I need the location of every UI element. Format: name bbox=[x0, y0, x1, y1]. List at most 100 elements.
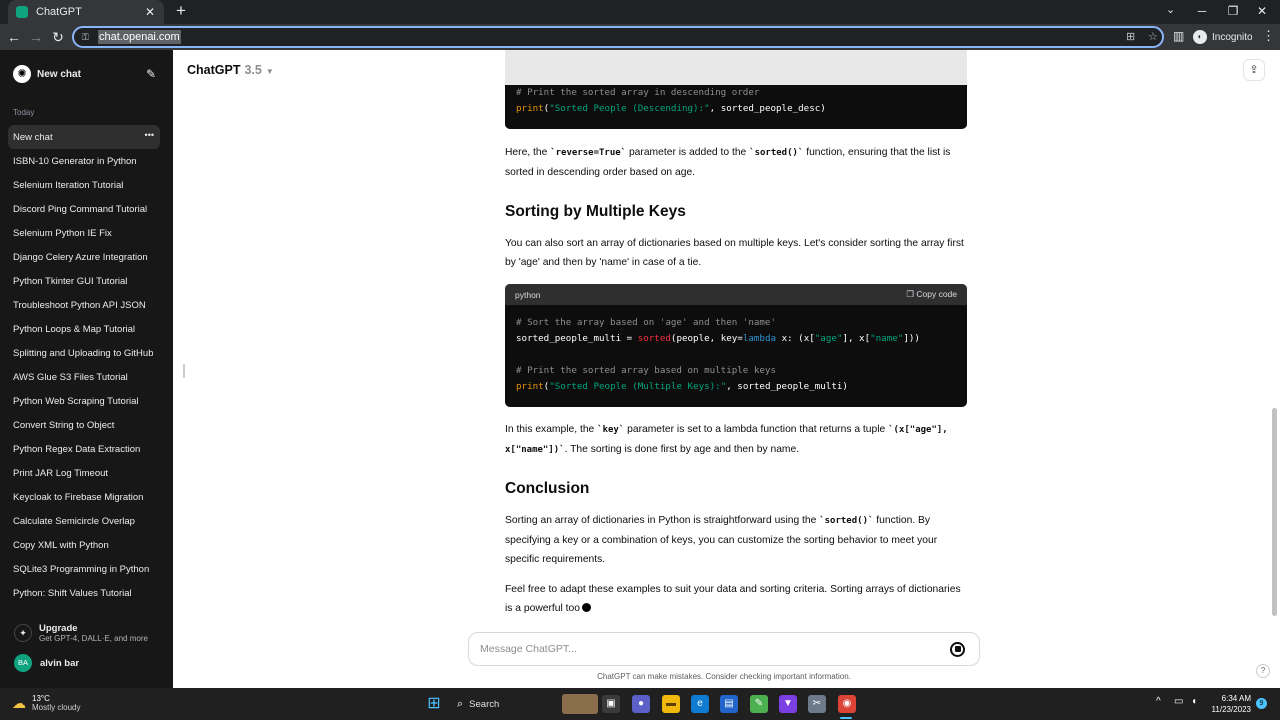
chat-history-item[interactable]: AWS Glue S3 Files Tutorial bbox=[8, 365, 160, 389]
bookmark-star-icon[interactable]: ☆ bbox=[1148, 30, 1158, 43]
copy-code-button[interactable]: ❐ Copy code bbox=[906, 289, 957, 300]
clipboard-icon: ❐ bbox=[906, 289, 914, 299]
chat-history-item[interactable]: Python Web Scraping Tutorial bbox=[8, 389, 160, 413]
chat-history-label: Django Celery Azure Integration bbox=[13, 251, 148, 263]
code-function: sorted bbox=[637, 333, 671, 344]
sidebar-resize-handle[interactable] bbox=[183, 364, 185, 378]
chat-history-item[interactable]: Keycloak to Firebase Migration bbox=[8, 485, 160, 509]
side-panel-icon[interactable]: ▥ bbox=[1173, 29, 1184, 43]
code-text-segment: (people, key= bbox=[670, 333, 743, 344]
more-options-icon[interactable]: ••• bbox=[145, 130, 154, 140]
new-chat-label: New chat bbox=[37, 68, 81, 80]
taskbar-search[interactable]: ⌕ Search bbox=[452, 694, 598, 714]
avatar: BA bbox=[14, 654, 32, 672]
url-text[interactable]: chat.openai.com bbox=[98, 30, 181, 44]
chat-history-item[interactable]: Django Celery Azure Integration bbox=[8, 245, 160, 269]
install-app-icon[interactable]: ⊞ bbox=[1126, 30, 1135, 43]
share-icon: ⇪ bbox=[1249, 64, 1259, 76]
chatgpt-favicon-icon bbox=[16, 6, 28, 18]
edge-browser-icon[interactable]: e bbox=[691, 695, 709, 713]
code-language-label: python bbox=[515, 289, 541, 300]
message-composer bbox=[468, 632, 980, 666]
help-button[interactable]: ? bbox=[1256, 664, 1270, 678]
chat-history-item[interactable]: Print JAR Log Timeout bbox=[8, 461, 160, 485]
code-string: "name" bbox=[870, 333, 904, 344]
stop-generating-button[interactable] bbox=[950, 641, 965, 657]
chat-history-item[interactable]: Discord Ping Command Tutorial bbox=[8, 197, 160, 221]
tray-chevron-icon[interactable]: ^ bbox=[1156, 696, 1161, 707]
user-menu[interactable]: BA alvin bar bbox=[8, 651, 160, 675]
network-icon[interactable]: ▭ bbox=[1174, 696, 1183, 707]
notification-badge[interactable]: 9 bbox=[1256, 698, 1267, 709]
chat-history-label: Keycloak to Firebase Migration bbox=[13, 491, 144, 503]
chat-history-item[interactable]: Selenium Iteration Tutorial bbox=[8, 173, 160, 197]
chat-history-item[interactable]: ISBN-10 Generator in Python bbox=[8, 149, 160, 173]
incognito-icon: ◐ bbox=[1193, 30, 1207, 44]
chat-history-item[interactable]: Selenium Python IE Fix bbox=[8, 221, 160, 245]
store-icon[interactable]: ▤ bbox=[720, 695, 738, 713]
tab-search-chevron-icon[interactable]: ⌄ bbox=[1166, 3, 1175, 16]
share-button[interactable]: ⇪ bbox=[1243, 59, 1265, 81]
edit-icon[interactable]: ✎ bbox=[146, 67, 156, 81]
code-text-segment: x: (x[ bbox=[776, 333, 815, 344]
chat-history-item[interactable]: Copy XML with Python bbox=[8, 533, 160, 557]
chat-history-item[interactable]: Python Regex Data Extraction bbox=[8, 437, 160, 461]
back-arrow-icon[interactable]: ← bbox=[5, 28, 23, 46]
address-bar[interactable]: ⚿ chat.openai.com ⊞ ☆ bbox=[72, 26, 1164, 48]
code-keyword: lambda bbox=[742, 333, 777, 344]
minimize-icon[interactable]: ─ bbox=[1192, 2, 1212, 20]
openai-logo-icon: ✺ bbox=[13, 65, 31, 83]
chat-history-item[interactable]: Python Loops & Map Tutorial bbox=[8, 317, 160, 341]
windows-start-icon[interactable]: ⊞ bbox=[425, 695, 443, 713]
new-tab-button[interactable]: + bbox=[172, 2, 190, 20]
browser-tab[interactable]: ChatGPT ✕ bbox=[8, 0, 164, 24]
task-view-icon[interactable]: ▣ bbox=[602, 695, 620, 713]
chat-history-item[interactable]: Python: Shift Values Tutorial bbox=[8, 581, 160, 605]
model-selector[interactable]: ChatGPT 3.5 ▼ bbox=[187, 63, 274, 77]
section-heading: Conclusion bbox=[505, 480, 590, 497]
snipping-tool-icon[interactable]: ✂ bbox=[808, 695, 826, 713]
volume-icon[interactable]: ◖ bbox=[1191, 696, 1197, 707]
chat-history-item[interactable]: Splitting and Uploading to GitHub bbox=[8, 341, 160, 365]
streaming-cursor-icon bbox=[581, 603, 591, 612]
upgrade-button[interactable]: ✦ Upgrade Get GPT-4, DALL·E, and more bbox=[8, 618, 160, 648]
file-explorer-icon[interactable]: ▬ bbox=[662, 695, 680, 713]
restore-icon[interactable]: ❐ bbox=[1223, 2, 1243, 20]
chat-history-item[interactable]: Python Tkinter GUI Tutorial bbox=[8, 269, 160, 293]
notepad-app-icon[interactable]: ✎ bbox=[750, 695, 768, 713]
window-close-icon[interactable]: ✕ bbox=[1252, 2, 1272, 20]
paragraph: Feel free to adapt these examples to sui… bbox=[505, 580, 967, 618]
chat-history-label: SQLite3 Programming in Python bbox=[13, 563, 150, 575]
vpn-app-icon[interactable]: ▼ bbox=[779, 695, 797, 713]
weather-description: Mostly cloudy bbox=[32, 703, 81, 712]
chat-history-item[interactable]: Convert String to Object bbox=[8, 413, 160, 437]
model-name: ChatGPT bbox=[187, 63, 241, 77]
message-input[interactable] bbox=[480, 643, 950, 655]
code-builtin: print bbox=[516, 381, 544, 392]
text: parameter is set to a lambda function th… bbox=[624, 424, 889, 435]
windows-taskbar: ☁ 13°C Mostly cloudy ⊞ ⌕ Search ▣ ● ▬ e … bbox=[0, 688, 1280, 720]
chat-history-item[interactable]: Troubleshoot Python API JSON bbox=[8, 293, 160, 317]
system-clock[interactable]: 6:34 AM 11/23/2023 bbox=[1209, 693, 1251, 715]
chat-app-icon[interactable]: ● bbox=[632, 695, 650, 713]
chat-history-item[interactable]: SQLite3 Programming in Python bbox=[8, 557, 160, 581]
code-text[interactable]: # Sort the array based on 'age' and then… bbox=[505, 305, 967, 405]
chrome-icon[interactable]: ◉ bbox=[838, 695, 856, 713]
chat-history-item[interactable]: New chat ••• bbox=[8, 125, 160, 149]
weather-widget[interactable]: ☁ 13°C Mostly cloudy bbox=[12, 694, 80, 712]
chevron-down-icon: ▼ bbox=[265, 67, 274, 76]
tab-close-icon[interactable]: ✕ bbox=[144, 5, 156, 19]
chat-history-item[interactable]: Calculate Semicircle Overlap bbox=[8, 509, 160, 533]
section-heading: Sorting by Multiple Keys bbox=[505, 203, 686, 220]
new-chat-button[interactable]: ✺ New chat ✎ bbox=[8, 60, 160, 88]
disclaimer-text: ChatGPT can make mistakes. Consider chec… bbox=[597, 672, 851, 681]
code-text[interactable]: # Print the sorted array in descending o… bbox=[505, 85, 967, 127]
search-highlight-image bbox=[562, 694, 598, 714]
forward-arrow-icon[interactable]: → bbox=[27, 28, 45, 46]
chat-history-label: Print JAR Log Timeout bbox=[13, 467, 109, 479]
reload-icon[interactable]: ↻ bbox=[49, 28, 67, 46]
browser-menu-icon[interactable]: ⋮ bbox=[1262, 28, 1275, 44]
scrollbar[interactable] bbox=[1272, 408, 1277, 616]
incognito-indicator[interactable]: ◐ Incognito bbox=[1193, 28, 1253, 46]
site-info-icon[interactable]: ⚿ bbox=[82, 32, 92, 43]
